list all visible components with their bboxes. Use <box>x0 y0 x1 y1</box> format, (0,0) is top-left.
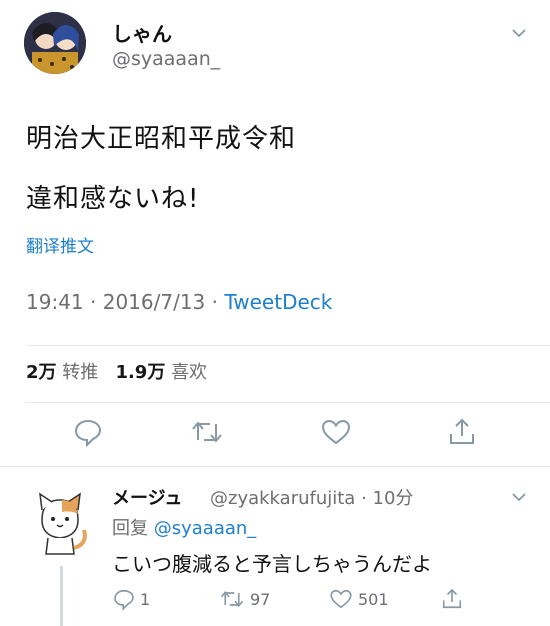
reply-like-button[interactable]: 501 <box>328 586 389 612</box>
tweet-source[interactable]: TweetDeck <box>224 290 332 314</box>
author-handle[interactable]: @syaaaan_ <box>112 48 220 70</box>
tweet-text-line-1: 明治大正昭和平成令和 <box>26 124 297 154</box>
divider <box>0 466 550 467</box>
reply-avatar[interactable] <box>30 486 92 556</box>
tweet-text-line-2: 違和感ないね! <box>26 184 200 214</box>
reply-author-name[interactable]: メージュ <box>112 484 182 510</box>
like-count[interactable]: 1.9万 <box>115 362 165 383</box>
reply-text: こいつ腹減ると予言しちゃうんだよ <box>112 552 432 576</box>
reply-share-button[interactable] <box>440 586 464 612</box>
share-icon <box>440 587 464 611</box>
reply-reply-button[interactable]: 1 <box>112 586 150 612</box>
share-icon[interactable] <box>446 416 480 450</box>
reply-author-handle[interactable]: @zyakkarufujita <box>210 488 355 509</box>
replying-to: 回复 @syaaaan_ <box>112 514 256 540</box>
retweet-icon <box>218 587 246 611</box>
tweet-time: 19:41 <box>26 290 84 314</box>
reply-like-count: 501 <box>358 589 389 609</box>
author-avatar[interactable] <box>24 12 86 74</box>
reply-author-meta: @zyakkarufujita · 10分 <box>210 488 414 509</box>
like-icon[interactable] <box>320 416 354 450</box>
replying-label: 回复 <box>112 518 148 539</box>
reply-icon <box>112 587 136 611</box>
author-name[interactable]: しゃん <box>112 18 172 47</box>
replying-to-handle[interactable]: @syaaaan_ <box>154 518 257 539</box>
reply-reply-count: 1 <box>140 589 151 609</box>
retweet-icon[interactable] <box>190 416 224 450</box>
reply-time: 10分 <box>372 488 414 509</box>
like-icon <box>328 587 354 611</box>
divider <box>26 402 550 403</box>
chevron-down-icon[interactable] <box>510 488 528 506</box>
translate-link[interactable]: 翻译推文 <box>26 232 94 257</box>
tweet-date: 2016/7/13 <box>102 290 206 314</box>
retweet-label[interactable]: 转推 <box>62 362 98 383</box>
retweet-count[interactable]: 2万 <box>26 362 57 383</box>
chevron-down-icon[interactable] <box>510 24 528 42</box>
reply-retweet-button[interactable]: 97 <box>218 586 270 612</box>
reply-retweet-count: 97 <box>250 589 271 609</box>
thread-line <box>60 566 63 626</box>
tweet-meta: 19:41 · 2016/7/13 · TweetDeck <box>26 290 333 314</box>
reply-icon[interactable] <box>72 416 106 450</box>
like-label[interactable]: 喜欢 <box>171 362 207 383</box>
divider <box>26 345 550 346</box>
engagement-stats: 2万 转推 1.9万 喜欢 <box>26 358 207 384</box>
